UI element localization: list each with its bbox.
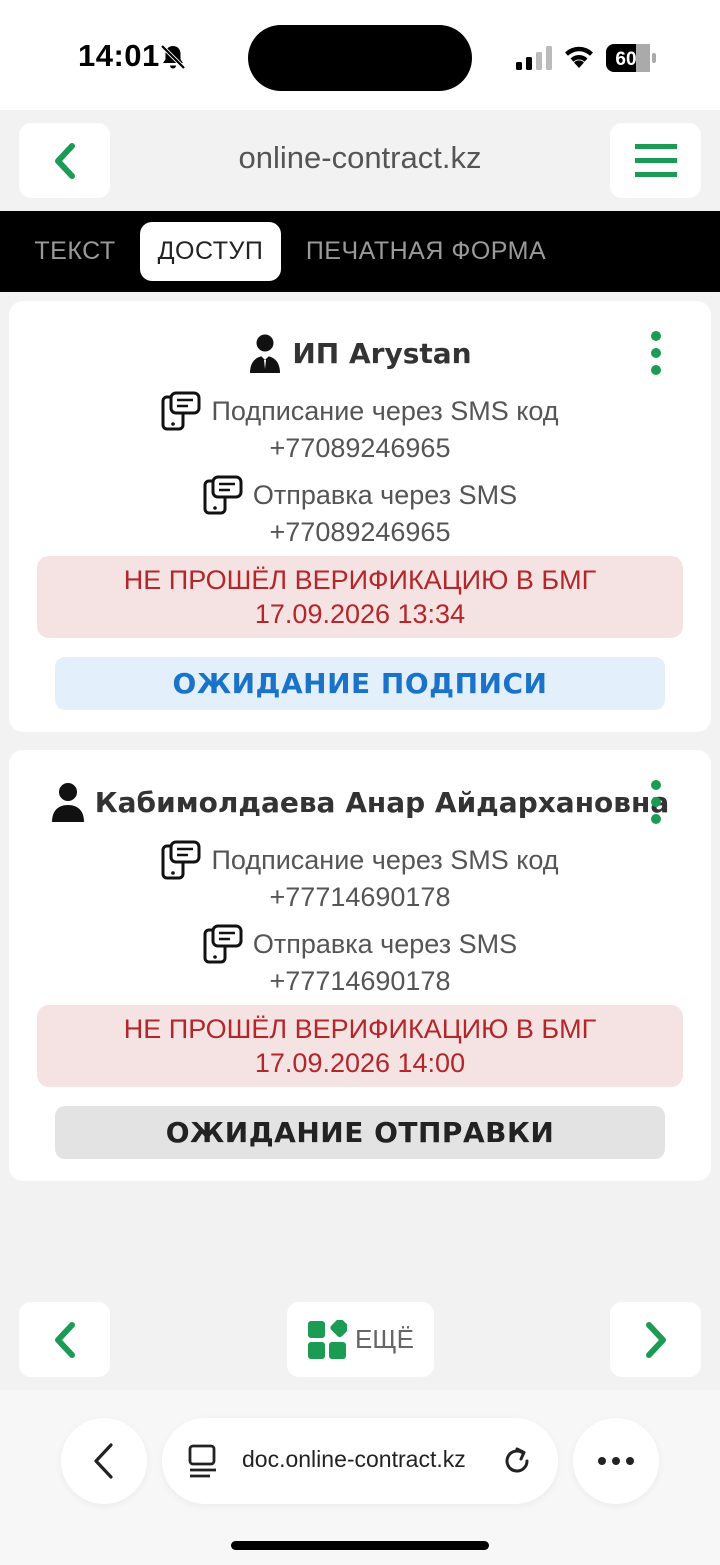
previous-button[interactable]	[19, 1302, 110, 1377]
signing-method: Подписание через SMS код +77089246965	[9, 391, 711, 465]
more-button[interactable]: ЕЩЁ	[287, 1302, 434, 1377]
widgets-icon	[307, 1319, 347, 1359]
status-badge: ОЖИДАНИЕ ОТПРАВКИ	[55, 1106, 665, 1159]
kebab-menu-icon[interactable]	[643, 331, 669, 375]
send-phone: +77714690178	[269, 966, 451, 996]
cellular-signal-icon	[516, 46, 552, 70]
battery-level: 60	[615, 49, 636, 70]
signing-method: Подписание через SMS код +77714690178	[9, 840, 711, 914]
home-indicator	[231, 1541, 489, 1550]
wifi-icon	[565, 46, 593, 68]
browser-back-button[interactable]	[61, 1418, 147, 1504]
party-header: Кабимолдаева Анар Айдархановна	[9, 780, 711, 824]
tab-text[interactable]: ТЕКСТ	[24, 222, 126, 281]
ellipsis-icon	[598, 1457, 634, 1465]
party-card: Кабимолдаева Анар Айдархановна Подписани…	[9, 750, 711, 1181]
sms-phone-icon	[161, 391, 201, 431]
alert-message: НЕ ПРОШЁЛ ВЕРИФИКАЦИЮ В БМГ	[123, 565, 597, 595]
menu-button[interactable]	[610, 123, 701, 198]
back-button[interactable]	[19, 123, 110, 198]
browser-more-button[interactable]	[573, 1418, 659, 1504]
chevron-left-icon	[54, 142, 75, 179]
sending-method: Отправка через SMS +77714690178	[9, 924, 711, 998]
sending-method: Отправка через SMS +77089246965	[9, 475, 711, 549]
sms-phone-icon	[203, 475, 243, 515]
address-bar[interactable]: doc.online-contract.kz	[162, 1418, 558, 1504]
alert-timestamp: 17.09.2026 14:00	[254, 1048, 466, 1078]
party-header: ИП Arystan	[9, 331, 711, 375]
hamburger-menu-icon	[634, 143, 677, 177]
send-phone: +77089246965	[269, 517, 451, 547]
sms-phone-icon	[161, 840, 201, 880]
sign-method-label: Подписание через SMS код	[211, 845, 559, 875]
alert-message: НЕ ПРОШЁЛ ВЕРИФИКАЦИЮ В БМГ	[123, 1014, 597, 1044]
sign-method-label: Подписание через SMS код	[211, 396, 559, 426]
dynamic-island	[248, 25, 472, 91]
document-pager: ЕЩЁ	[0, 1300, 720, 1378]
sign-phone: +77089246965	[269, 433, 451, 463]
chevron-left-icon	[94, 1443, 113, 1479]
send-method-label: Отправка через SMS	[252, 480, 518, 510]
status-bar: 14:01 60	[0, 0, 720, 110]
status-badge: ОЖИДАНИЕ ПОДПИСИ	[55, 657, 665, 710]
chevron-left-icon	[54, 1321, 75, 1358]
party-name: ИП Arystan	[292, 336, 472, 370]
next-button[interactable]	[610, 1302, 701, 1377]
kebab-menu-icon[interactable]	[643, 780, 669, 824]
verification-alert: НЕ ПРОШЁЛ ВЕРИФИКАЦИЮ В БМГ 17.09.2026 1…	[37, 556, 683, 638]
sign-phone: +77714690178	[269, 882, 451, 912]
site-title: online-contract.kz	[238, 140, 482, 175]
person-icon	[51, 783, 84, 822]
send-method-label: Отправка через SMS	[252, 929, 518, 959]
tab-access[interactable]: ДОСТУП	[140, 222, 281, 281]
tab-bar: ТЕКСТ ДОСТУП ПЕЧАТНАЯ ФОРМА	[0, 211, 720, 292]
battery-icon: 60	[606, 44, 656, 72]
browser-toolbar: doc.online-contract.kz	[0, 1390, 720, 1565]
top-navigation: online-contract.kz	[0, 110, 720, 211]
sms-phone-icon	[203, 924, 243, 964]
businessman-icon	[250, 334, 281, 373]
page-menu-icon	[188, 1444, 216, 1478]
chevron-right-icon	[645, 1321, 666, 1358]
status-time: 14:01	[78, 38, 160, 73]
verification-alert: НЕ ПРОШЁЛ ВЕРИФИКАЦИЮ В БМГ 17.09.2026 1…	[37, 1005, 683, 1087]
tab-print-form[interactable]: ПЕЧАТНАЯ ФОРМА	[296, 222, 556, 281]
party-name: Кабимолдаева Анар Айдархановна	[94, 785, 670, 819]
alert-timestamp: 17.09.2026 13:34	[254, 599, 466, 629]
party-card: ИП Arystan Подписание через SMS код +770…	[9, 301, 711, 732]
bell-slash-icon	[160, 44, 186, 70]
url-text: doc.online-contract.kz	[242, 1446, 466, 1472]
more-label: ЕЩЁ	[354, 1324, 415, 1354]
reload-icon[interactable]	[500, 1444, 534, 1478]
